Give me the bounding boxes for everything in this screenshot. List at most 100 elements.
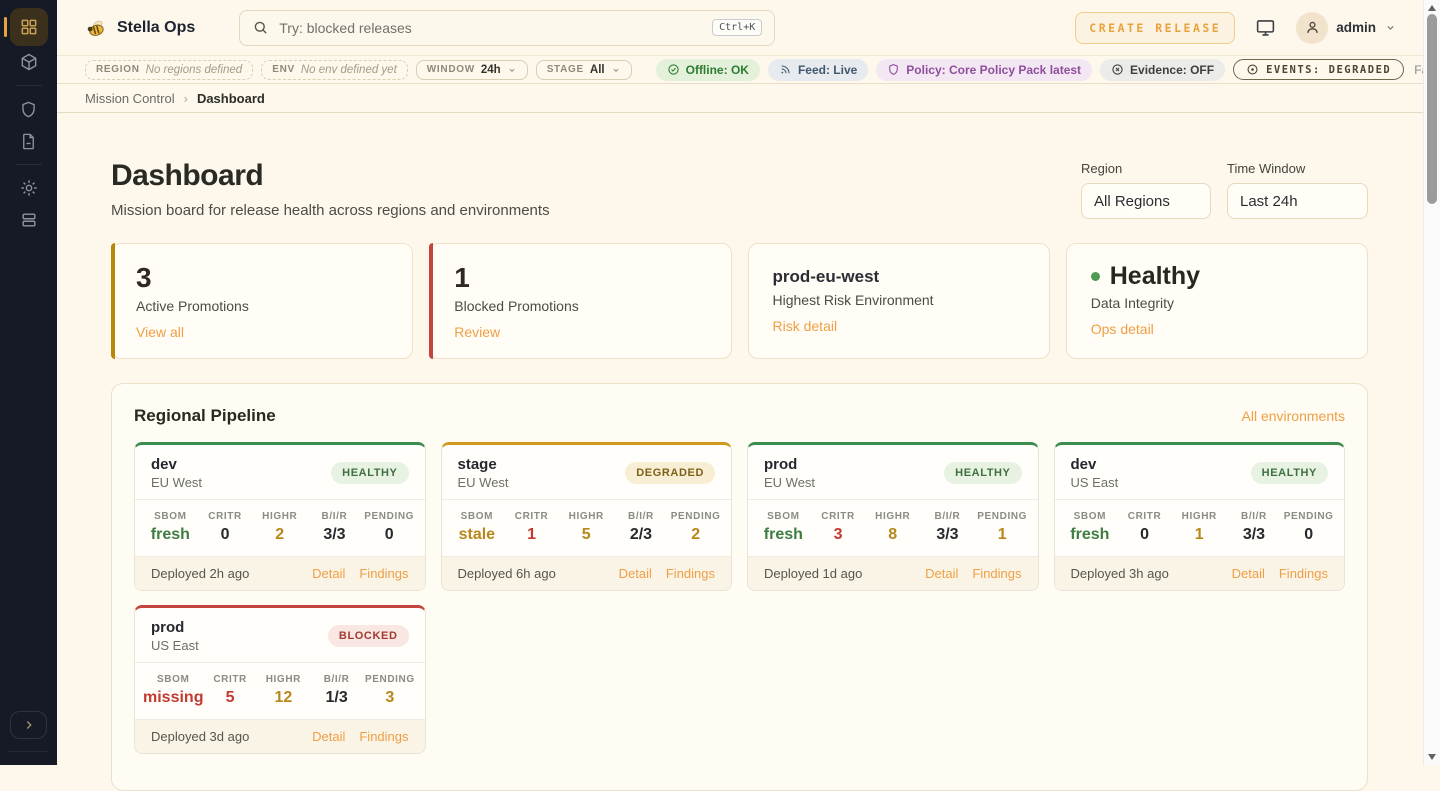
user-menu[interactable]: admin bbox=[1296, 12, 1397, 44]
ops-detail-link[interactable]: Ops detail bbox=[1091, 321, 1154, 337]
stage-filter-pill[interactable]: STAGE All bbox=[536, 60, 632, 80]
stat-label: B/I/R bbox=[310, 674, 363, 685]
findings-link[interactable]: Findings bbox=[972, 566, 1021, 581]
env-status-badge: HEALTHY bbox=[944, 462, 1021, 484]
stat-label: SBOM bbox=[143, 511, 198, 522]
stat-sbom: SBOMfresh bbox=[756, 511, 811, 544]
time-window-select[interactable]: Last 24h bbox=[1227, 183, 1368, 219]
sidebar-bottom-divider bbox=[8, 751, 49, 752]
target-icon bbox=[1246, 63, 1259, 76]
data-integrity-card: Healthy Data Integrity Ops detail bbox=[1066, 243, 1368, 359]
sidebar-expand-button[interactable] bbox=[10, 711, 47, 739]
filter-value: No env defined yet bbox=[301, 64, 397, 76]
search-input[interactable] bbox=[279, 20, 702, 36]
events-degraded-badge: EVENTS: DEGRADED bbox=[1233, 59, 1404, 80]
search-shortcut-badge: Ctrl+K bbox=[712, 19, 762, 36]
env-region: US East bbox=[1071, 475, 1119, 490]
stat-highr: HIGHR2 bbox=[252, 511, 307, 544]
stat-value: 0 bbox=[1281, 526, 1336, 544]
findings-link[interactable]: Findings bbox=[359, 729, 408, 744]
sidebar-item-security[interactable] bbox=[13, 93, 45, 125]
search-bar[interactable]: Ctrl+K bbox=[239, 10, 775, 46]
card-value-row: Healthy bbox=[1091, 262, 1343, 291]
panel-title: Regional Pipeline bbox=[134, 406, 276, 426]
env-stats: SBOMstale CRITR1 HIGHR5 B/I/R2/3 PENDING… bbox=[442, 500, 732, 557]
detail-link[interactable]: Detail bbox=[312, 566, 345, 581]
check-circle-icon bbox=[667, 63, 680, 76]
breadcrumb-separator: › bbox=[184, 91, 188, 106]
app-name: Stella Ops bbox=[117, 19, 195, 37]
filter-value: All bbox=[590, 64, 605, 76]
stat-highr: HIGHR1 bbox=[1172, 511, 1227, 544]
detail-link[interactable]: Detail bbox=[619, 566, 652, 581]
stat-label: HIGHR bbox=[257, 674, 310, 685]
review-link[interactable]: Review bbox=[454, 324, 500, 340]
view-all-link[interactable]: View all bbox=[136, 324, 184, 340]
chevron-right-icon bbox=[22, 718, 36, 732]
feed-icon bbox=[779, 63, 792, 76]
stat-value: 2/3 bbox=[614, 526, 669, 544]
env-status-badge: BLOCKED bbox=[328, 625, 409, 647]
stat-label: CRITR bbox=[198, 511, 253, 522]
all-environments-link[interactable]: All environments bbox=[1242, 408, 1346, 424]
stat-value: fresh bbox=[756, 526, 811, 544]
detail-link[interactable]: Detail bbox=[925, 566, 958, 581]
sidebar-item-dashboard[interactable] bbox=[10, 8, 48, 46]
env-card-header: dev EU West HEALTHY bbox=[135, 445, 425, 500]
env-filter-pill[interactable]: ENV No env defined yet bbox=[261, 60, 408, 80]
scrollbar-down-arrow[interactable] bbox=[1428, 754, 1436, 760]
display-mode-button[interactable] bbox=[1255, 17, 1276, 38]
env-card-stage-eu-west: stage EU West DEGRADED SBOMstale CRITR1 … bbox=[441, 442, 733, 591]
env-card-prod-eu-west: prod EU West HEALTHY SBOMfresh CRITR3 HI… bbox=[747, 442, 1039, 591]
grid-icon bbox=[19, 17, 39, 37]
findings-link[interactable]: Findings bbox=[666, 566, 715, 581]
sidebar-item-artifacts[interactable] bbox=[13, 46, 45, 78]
stat-label: B/I/R bbox=[920, 511, 975, 522]
env-stats: SBOMmissing CRITR5 HIGHR12 B/I/R1/3 PEND… bbox=[135, 663, 425, 720]
stat-label: PENDING bbox=[668, 511, 723, 522]
detail-link[interactable]: Detail bbox=[1232, 566, 1265, 581]
detail-link[interactable]: Detail bbox=[312, 729, 345, 744]
card-value: Healthy bbox=[1110, 262, 1200, 291]
window-filter-pill[interactable]: WINDOW 24h bbox=[416, 60, 528, 80]
health-dot-icon bbox=[1091, 272, 1100, 281]
browser-scrollbar[interactable] bbox=[1423, 0, 1440, 765]
page-subtitle: Mission board for release health across … bbox=[111, 202, 550, 219]
create-release-button[interactable]: CREATE RELEASE bbox=[1075, 12, 1235, 44]
brand[interactable]: Stella Ops bbox=[85, 17, 195, 39]
sidebar bbox=[0, 0, 57, 765]
sidebar-item-settings[interactable] bbox=[13, 172, 45, 204]
region-filter-pill[interactable]: REGION No regions defined bbox=[85, 60, 253, 80]
blocked-promotions-card: 1 Blocked Promotions Review bbox=[429, 243, 731, 359]
sidebar-item-infrastructure[interactable] bbox=[13, 204, 45, 236]
card-value: 3 bbox=[136, 262, 388, 294]
stat-label: B/I/R bbox=[307, 511, 362, 522]
env-status-badge: HEALTHY bbox=[1251, 462, 1328, 484]
offline-status-badge: Offline: OK bbox=[656, 59, 760, 81]
region-select[interactable]: All Regions bbox=[1081, 183, 1211, 219]
filter-label: STAGE bbox=[547, 64, 584, 75]
risk-detail-link[interactable]: Risk detail bbox=[773, 318, 838, 334]
deployed-text: Deployed 1d ago bbox=[764, 566, 862, 581]
stat-value: 5 bbox=[203, 689, 256, 707]
stat-critr: CRITR0 bbox=[198, 511, 253, 544]
stat-value: 12 bbox=[257, 689, 310, 707]
scrollbar-up-arrow[interactable] bbox=[1428, 5, 1436, 11]
top-right-cluster: CREATE RELEASE admin bbox=[1075, 12, 1397, 44]
package-icon bbox=[19, 52, 39, 72]
breadcrumb-parent-link[interactable]: Mission Control bbox=[85, 91, 175, 106]
stat-value: stale bbox=[450, 526, 505, 544]
bee-logo-icon bbox=[85, 17, 107, 39]
stat-label: PENDING bbox=[363, 674, 416, 685]
findings-link[interactable]: Findings bbox=[1279, 566, 1328, 581]
top-bar: Stella Ops Ctrl+K CREATE RELEASE admin bbox=[57, 0, 1423, 56]
stat-highr: HIGHR8 bbox=[865, 511, 920, 544]
sidebar-item-documents[interactable] bbox=[13, 125, 45, 157]
stat-label: CRITR bbox=[811, 511, 866, 522]
stat-sbom: SBOMfresh bbox=[143, 511, 198, 544]
findings-link[interactable]: Findings bbox=[359, 566, 408, 581]
stat-value: 8 bbox=[865, 526, 920, 544]
scrollbar-thumb[interactable] bbox=[1427, 14, 1437, 204]
avatar bbox=[1296, 12, 1328, 44]
context-bar: REGION No regions defined ENV No env def… bbox=[57, 56, 1423, 84]
